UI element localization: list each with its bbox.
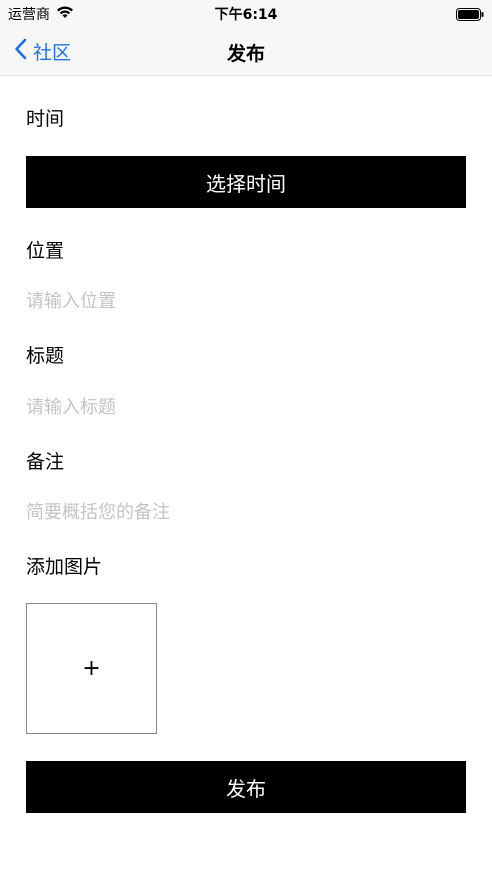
publish-button[interactable]: 发布 xyxy=(26,761,466,813)
title-label: 标题 xyxy=(26,345,65,367)
time-label: 时间 xyxy=(26,108,65,130)
select-time-button[interactable]: 选择时间 xyxy=(26,156,466,208)
status-time: 下午6:14 xyxy=(214,7,278,23)
add-image-label: 添加图片 xyxy=(26,556,103,578)
location-label: 位置 xyxy=(26,240,65,262)
note-label: 备注 xyxy=(26,451,65,473)
title-input[interactable] xyxy=(26,392,466,422)
page-title: 发布 xyxy=(226,43,265,65)
navigation-bar: 社区 发布 xyxy=(0,26,492,76)
add-image-button[interactable]: + xyxy=(26,603,157,734)
location-input[interactable] xyxy=(26,286,466,316)
battery-icon xyxy=(456,6,484,21)
note-input[interactable] xyxy=(26,497,466,527)
plus-icon: + xyxy=(82,656,101,681)
status-bar: 运营商 下午6:14 xyxy=(0,0,492,26)
publish-screen: 运营商 下午6:14 社区 发布 时间 选择时间 位置 请输入位置 标题 请输入… xyxy=(0,0,492,878)
